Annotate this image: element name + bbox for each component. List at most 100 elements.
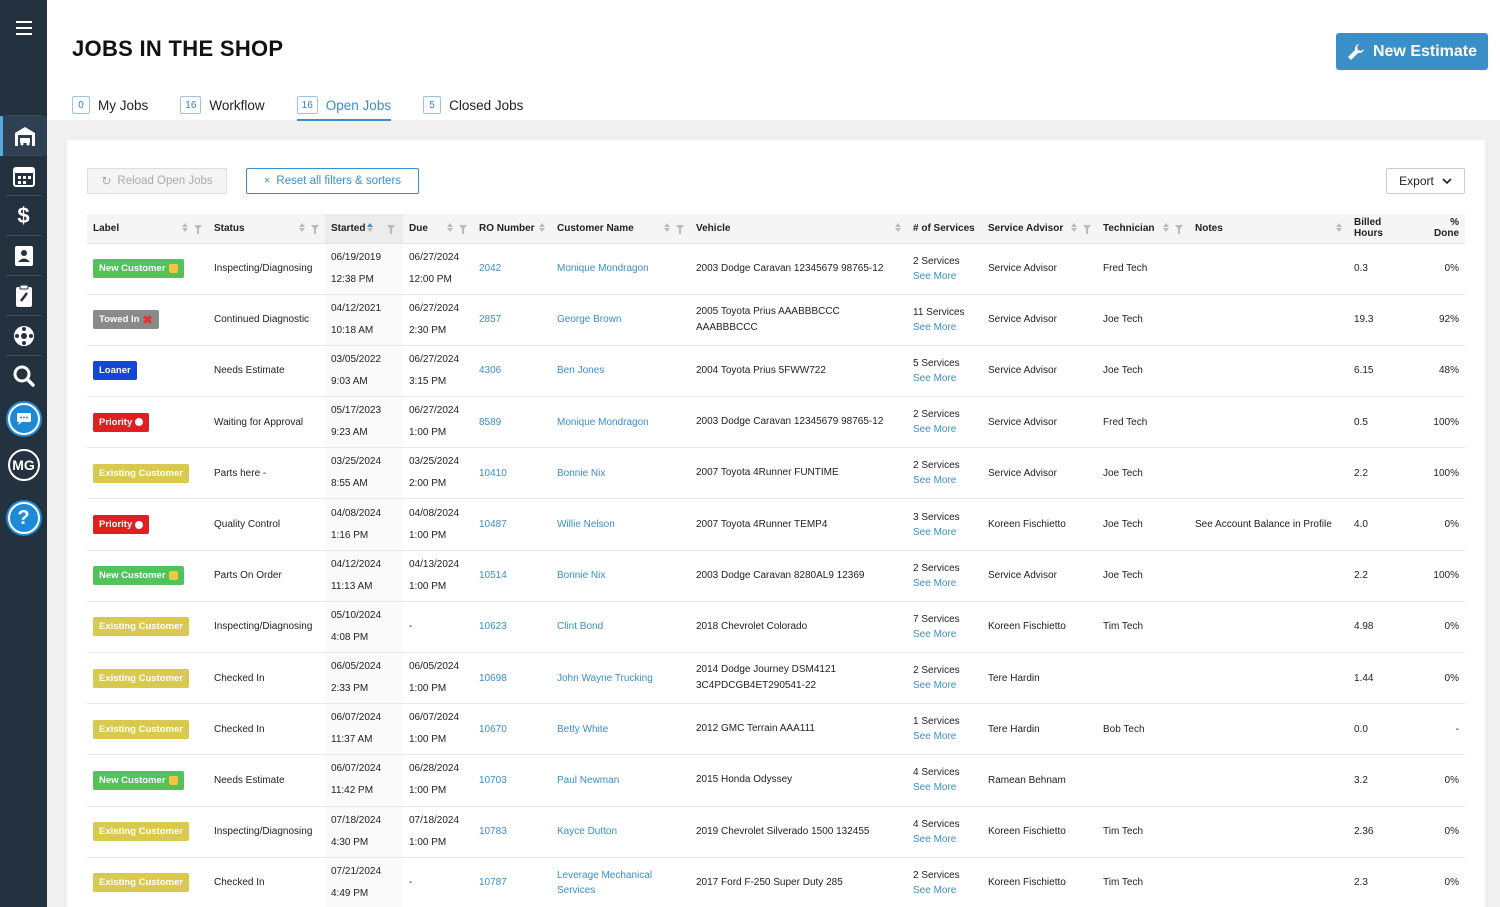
ro-number-link[interactable]: 10787	[473, 857, 551, 907]
customer-name-link[interactable]: Paul Newman	[551, 754, 690, 807]
see-more-link[interactable]: See More	[913, 780, 976, 795]
table-row[interactable]: Towed In ✖ Continued Diagnostic 04/12/2021 1…	[87, 294, 1465, 346]
contacts-icon[interactable]	[0, 236, 47, 276]
see-more-link[interactable]: See More	[913, 371, 976, 386]
customer-name-link[interactable]: Monique Mondragon	[551, 396, 690, 449]
see-more-link[interactable]: See More	[913, 729, 976, 744]
see-more-link[interactable]: See More	[913, 525, 976, 540]
ro-number-link[interactable]: 10703	[473, 754, 551, 807]
label-badge[interactable]: Existing Customer	[93, 668, 189, 688]
customer-name-link[interactable]: John Wayne Trucking	[551, 652, 690, 705]
table-row[interactable]: Existing Customer Inspecting/Diagnosing 07…	[87, 806, 1465, 858]
see-more-link[interactable]: See More	[913, 422, 976, 437]
col-ro-number[interactable]: RO Number	[473, 214, 551, 244]
new-estimate-button[interactable]: New Estimate	[1336, 33, 1488, 70]
label-badge[interactable]: New Customer	[93, 770, 184, 790]
ro-number-link[interactable]: 8589	[473, 396, 551, 449]
services-cell: 2 Services See More	[907, 652, 982, 705]
customer-name-link[interactable]: Bonnie Nix	[551, 447, 690, 500]
see-more-link[interactable]: See More	[913, 627, 976, 642]
ro-number-link[interactable]: 10410	[473, 447, 551, 500]
calendar-icon[interactable]	[0, 156, 47, 196]
table-row[interactable]: Existing Customer Checked In 06/07/2024 11:…	[87, 703, 1465, 756]
label-badge[interactable]: Towed In ✖	[93, 310, 159, 330]
ro-number-link[interactable]: 2042	[473, 243, 551, 295]
label-cell: Existing Customer	[87, 601, 208, 654]
reload-open-jobs-button[interactable]: ↻ Reload Open Jobs	[87, 168, 227, 194]
tab-open-jobs[interactable]: 16 Open Jobs	[296, 90, 392, 121]
see-more-link[interactable]: See More	[913, 678, 976, 693]
col-started[interactable]: Started	[325, 214, 403, 244]
search-icon[interactable]	[0, 356, 47, 396]
dollar-icon[interactable]: $	[0, 196, 47, 236]
see-more-link[interactable]: See More	[913, 269, 976, 284]
user-avatar[interactable]: MG	[0, 445, 47, 485]
ro-number-link[interactable]: 10698	[473, 652, 551, 705]
status-cell: Parts here -	[208, 447, 325, 500]
table-row[interactable]: Existing Customer Inspecting/Diagnosing 05…	[87, 601, 1465, 654]
ro-number-link[interactable]: 10487	[473, 498, 551, 551]
export-dropdown[interactable]: Export	[1386, 168, 1465, 194]
tab-closed-jobs[interactable]: 5 Closed Jobs	[423, 90, 523, 120]
label-badge[interactable]: Loaner	[93, 361, 137, 381]
ro-number-link[interactable]: 10670	[473, 703, 551, 756]
table-row[interactable]: Loaner Needs Estimate 03/05/2022 9:03 AM 06/…	[87, 345, 1465, 398]
label-badge[interactable]: Existing Customer	[93, 822, 189, 842]
label-badge[interactable]: Existing Customer	[93, 719, 189, 739]
table-row[interactable]: Priority Waiting for Approval 05/17/2023 9:…	[87, 396, 1465, 449]
chat-icon[interactable]	[0, 399, 47, 439]
table-row[interactable]: Existing Customer Checked In 06/05/2024 2:3…	[87, 652, 1465, 705]
label-badge[interactable]: Existing Customer	[93, 463, 189, 483]
label-badge[interactable]: Existing Customer	[93, 873, 189, 893]
see-more-link[interactable]: See More	[913, 832, 976, 847]
started-cell: 07/18/2024 4:30 PM	[325, 806, 403, 858]
parts-wheel-icon[interactable]	[0, 316, 47, 356]
inspection-icon[interactable]	[0, 276, 47, 316]
col-status[interactable]: Status	[208, 214, 325, 244]
col-notes[interactable]: Notes	[1189, 214, 1348, 244]
customer-name-link[interactable]: Kayce Dutton	[551, 806, 690, 858]
customer-name-link[interactable]: Bonnie Nix	[551, 550, 690, 602]
tab-my-jobs[interactable]: 0 My Jobs	[72, 90, 148, 120]
help-icon[interactable]: ?	[0, 498, 47, 538]
table-row[interactable]: New Customer Inspecting/Diagnosing 06/19/2…	[87, 243, 1465, 295]
col-customer-name[interactable]: Customer Name	[551, 214, 690, 244]
ro-number-link[interactable]: 10514	[473, 550, 551, 602]
customer-name-link[interactable]: Monique Mondragon	[551, 243, 690, 295]
col-label[interactable]: Label	[87, 214, 208, 244]
table-row[interactable]: New Customer Parts On Order 04/12/2024 11:1…	[87, 550, 1465, 602]
table-row[interactable]: New Customer Needs Estimate 06/07/2024 11:4…	[87, 754, 1465, 807]
menu-icon[interactable]	[0, 8, 47, 48]
ro-number-link[interactable]: 10783	[473, 806, 551, 858]
shop-bay-icon[interactable]	[0, 116, 47, 156]
customer-name-link[interactable]: George Brown	[551, 294, 690, 346]
ro-number-link[interactable]: 10623	[473, 601, 551, 654]
col-technician[interactable]: Technician	[1097, 214, 1189, 244]
see-more-link[interactable]: See More	[913, 320, 976, 335]
see-more-link[interactable]: See More	[913, 473, 976, 488]
customer-name-link[interactable]: Willie Nelson	[551, 498, 690, 551]
col-service-advisor[interactable]: Service Advisor	[982, 214, 1097, 244]
customer-name-link[interactable]: Betty White	[551, 703, 690, 756]
label-badge[interactable]: New Customer	[93, 566, 184, 586]
ro-number-link[interactable]: 4306	[473, 345, 551, 398]
reset-filters-button[interactable]: × Reset all filters & sorters	[246, 168, 419, 194]
ro-number-link[interactable]: 2857	[473, 294, 551, 346]
customer-name-link[interactable]: Clint Bond	[551, 601, 690, 654]
customer-name-link[interactable]: Leverage Mechanical Services	[551, 857, 690, 907]
label-badge[interactable]: Priority	[93, 515, 150, 535]
tab-workflow[interactable]: 16 Workflow	[180, 90, 265, 120]
see-more-link[interactable]: See More	[913, 883, 976, 898]
table-row[interactable]: Existing Customer Parts here -03/25/2024 8…	[87, 447, 1465, 500]
table-row[interactable]: Priority Quality Control 04/08/2024 1:16 PM…	[87, 498, 1465, 551]
label-cell: New Customer	[87, 243, 208, 295]
sort-icon	[1163, 223, 1169, 232]
label-badge[interactable]: Priority	[93, 412, 150, 432]
see-more-link[interactable]: See More	[913, 576, 976, 591]
customer-name-link[interactable]: Ben Jones	[551, 345, 690, 398]
table-row[interactable]: Existing Customer Checked In 07/21/2024 4:4…	[87, 857, 1465, 907]
col-due[interactable]: Due	[403, 214, 473, 244]
label-badge[interactable]: New Customer	[93, 259, 184, 279]
col-vehicle[interactable]: Vehicle	[690, 214, 907, 244]
label-badge[interactable]: Existing Customer	[93, 617, 189, 637]
